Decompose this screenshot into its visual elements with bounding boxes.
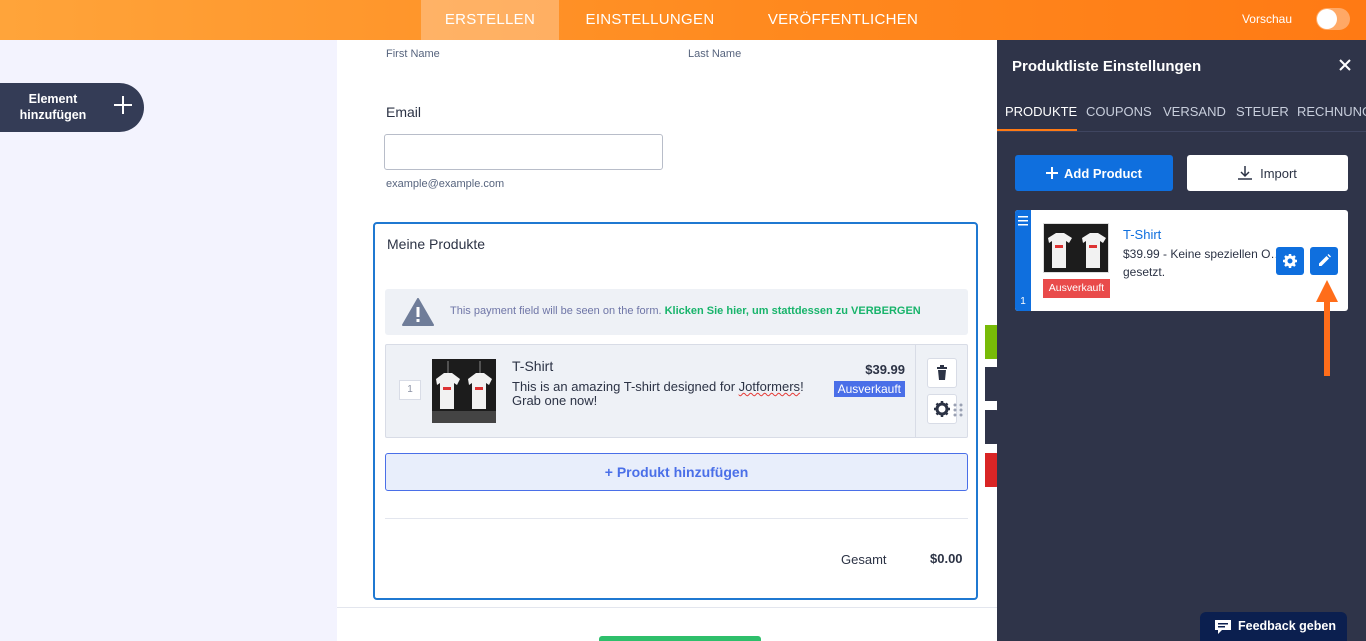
import-button[interactable]: Import [1187,155,1348,191]
page-divider [337,607,997,608]
close-icon[interactable] [1338,58,1352,72]
card-sold-out-badge: Ausverkauft [1043,279,1110,298]
toggle-knob [1317,9,1337,29]
add-product-label: Add Product [1064,166,1142,181]
product-list-title: Meine Produkte [387,236,486,252]
first-name-sublabel: First Name [386,48,440,60]
form-canvas: First Name Last Name Email example@examp… [337,40,1013,641]
tab-versand[interactable]: VERSAND [1163,104,1226,119]
preview-toggle[interactable] [1316,8,1350,30]
delete-product-button[interactable] [927,358,957,388]
product-description: This is an amazing T-shirt designed for … [512,380,822,408]
email-hint: example@example.com [386,178,505,190]
gear-icon [934,401,950,417]
card-index: 1 [1020,296,1026,307]
trash-icon [937,365,947,380]
card-settings-button[interactable] [1276,247,1304,275]
product-list-settings-panel: Produktliste Einstellungen PRODUKTE COUP… [997,40,1366,641]
tab-einstellungen[interactable]: EINSTELLUNGEN [567,0,733,40]
tab-produkte[interactable]: PRODUKTE [1005,104,1077,119]
email-label: Email [386,104,422,120]
plus-icon [114,96,132,114]
plus-icon [1046,167,1058,179]
tabs-separator [997,131,1366,132]
annotation-arrow-icon [1316,280,1338,376]
add-product-panel-button[interactable]: Add Product [1015,155,1173,191]
pencil-icon [1319,254,1331,266]
total-label: Gesamt [841,552,887,567]
product-item[interactable]: 1 T-Shirt This is an amazing T-shirt des… [385,344,968,438]
tab-steuer[interactable]: STEUER [1236,104,1289,119]
card-product-description: $39.99 - Keine speziellen O… gesetzt. [1123,247,1283,279]
card-product-image [1043,223,1109,273]
notice-message: This payment field will be seen on the f… [450,305,662,317]
quantity-index: 1 [399,380,421,400]
tab-rechnung[interactable]: RECHNUNG [1297,104,1366,119]
total-value: $0.00 [930,551,963,566]
product-image [432,359,496,423]
card-product-name[interactable]: T-Shirt [1123,227,1161,242]
preview-label: Vorschau [1241,12,1292,26]
import-label: Import [1260,166,1297,181]
payment-notice: This payment field will be seen on the f… [385,289,968,335]
add-element-label: Element hinzufügen [19,92,87,122]
submit-button[interactable] [599,636,761,641]
tab-veroeffentlichen[interactable]: VERÖFFENTLICHEN [748,0,938,40]
product-row-actions [915,345,967,437]
hide-payment-link[interactable]: Klicken Sie hier, um stattdessen zu VERB… [665,305,921,317]
product-list-field[interactable]: Meine Produkte This payment field will b… [373,222,978,600]
tab-coupons[interactable]: COUPONS [1086,104,1152,119]
divider [385,518,968,519]
product-name: T-Shirt [512,358,554,374]
hamburger-icon [1018,216,1028,226]
warning-icon [402,298,434,326]
left-area: Element hinzufügen [0,40,337,641]
email-field[interactable] [384,134,663,170]
product-description-start: This is an amazing T-shirt designed for [512,379,739,394]
sold-out-badge: Ausverkauft [833,381,905,397]
card-edit-button[interactable] [1310,247,1338,275]
product-price: $39.99 [865,362,905,377]
notice-text: This payment field will be seen on the f… [450,305,921,317]
last-name-sublabel: Last Name [688,48,742,60]
card-drag-strip[interactable]: 1 [1015,210,1031,311]
download-icon [1238,166,1253,180]
feedback-button[interactable]: Feedback geben [1200,612,1347,641]
feedback-icon [1215,620,1231,634]
drag-handle-icon[interactable] [953,402,963,418]
add-product-button[interactable]: + Produkt hinzufügen [385,453,968,491]
feedback-label: Feedback geben [1238,619,1336,633]
tab-erstellen[interactable]: ERSTELLEN [421,0,559,40]
gear-icon [1283,254,1297,268]
spellcheck-flagged-word: Jotformers [738,379,801,394]
top-navigation-bar: ERSTELLEN EINSTELLUNGEN VERÖFFENTLICHEN … [0,0,1366,40]
panel-title: Produktliste Einstellungen [1012,58,1202,75]
panel-tabs: PRODUKTE COUPONS VERSAND STEUER RECHNUNG [997,96,1366,132]
add-element-button[interactable]: Element hinzufügen [0,83,144,132]
product-card[interactable]: 1 Ausverkauft T-Shirt $39.99 - Keine spe… [1015,210,1348,311]
